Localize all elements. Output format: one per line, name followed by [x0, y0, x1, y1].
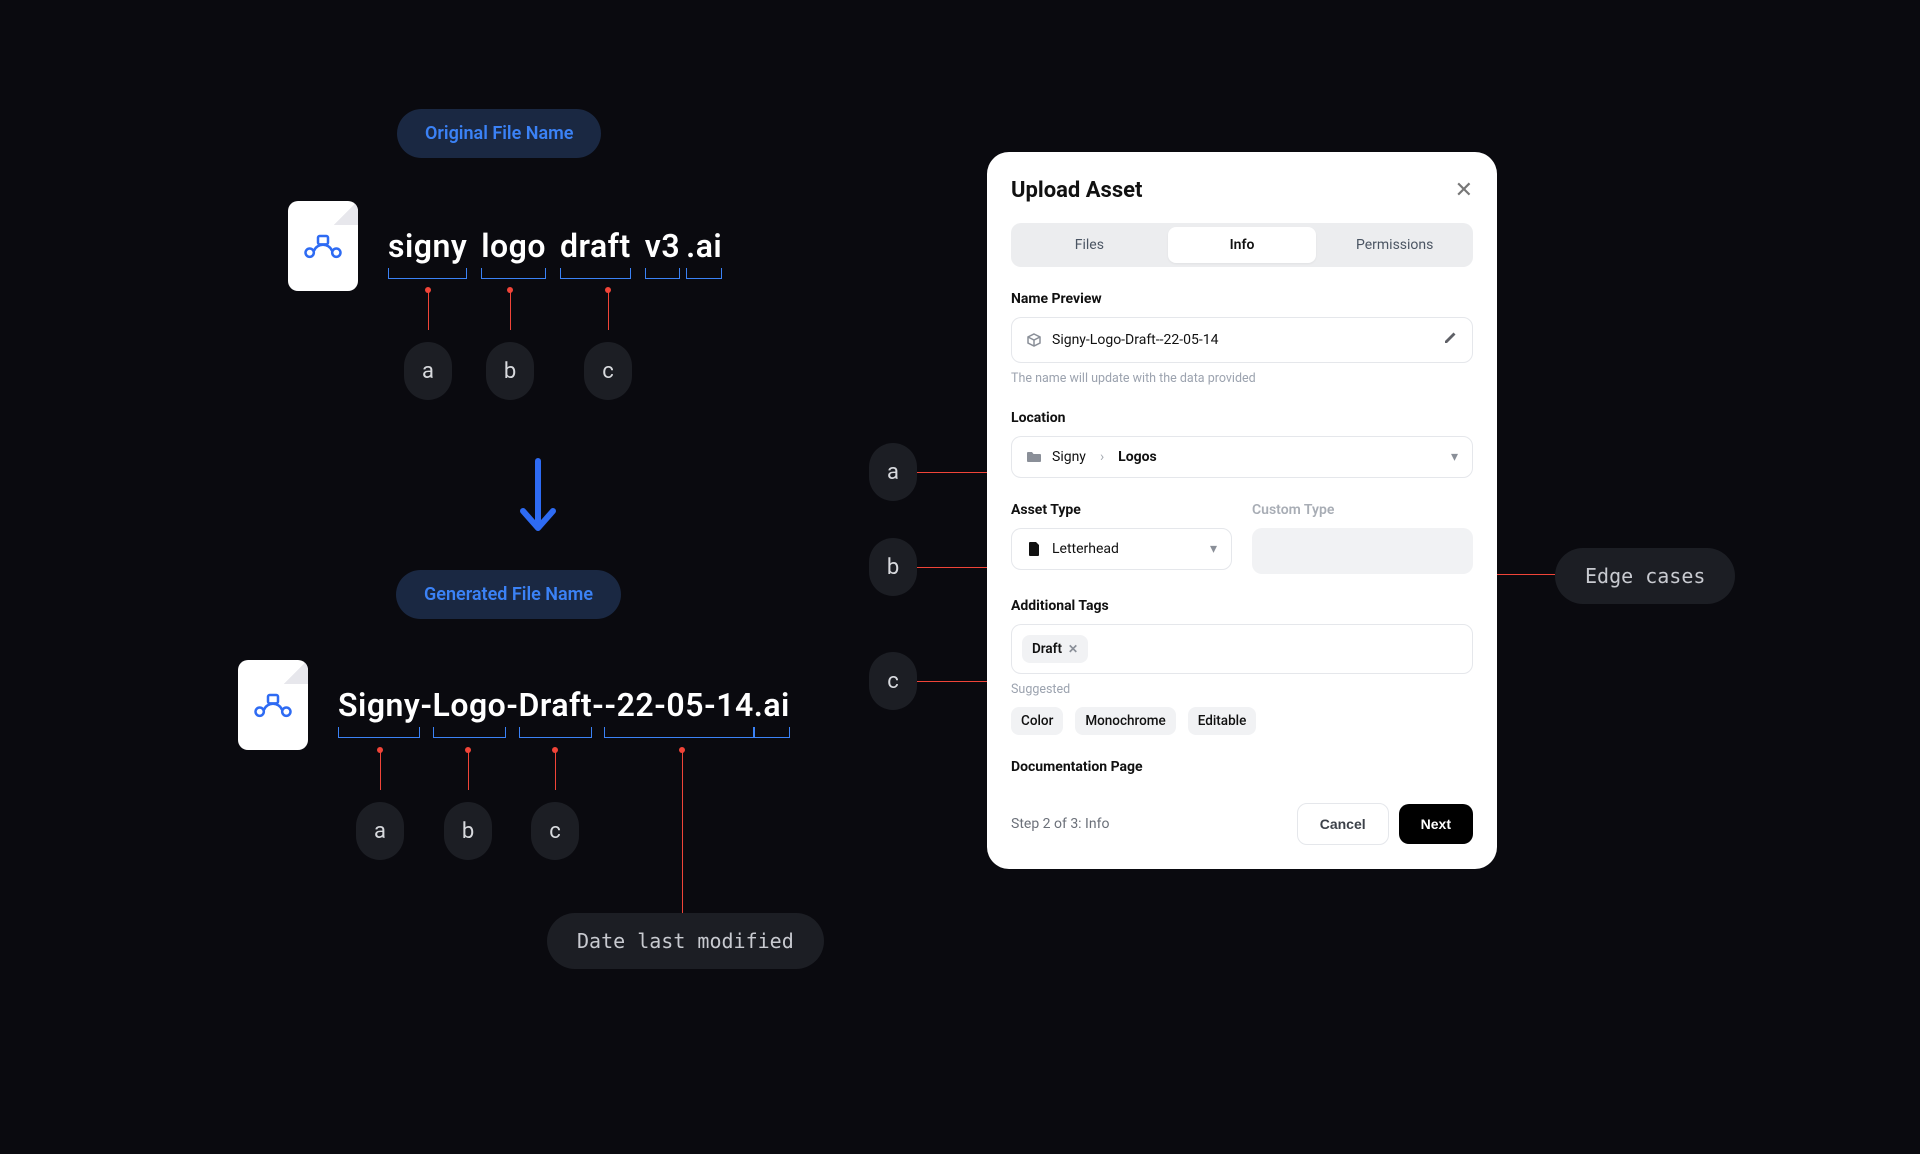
tab-info[interactable]: Info — [1168, 227, 1317, 263]
connector-dot — [425, 287, 431, 293]
asset-type-value: Letterhead — [1052, 541, 1119, 557]
next-button[interactable]: Next — [1399, 804, 1473, 844]
remove-tag-icon[interactable]: ✕ — [1068, 642, 1078, 656]
vector-file-icon — [238, 660, 308, 750]
segment-draft: Draft — [519, 686, 593, 724]
segment-signy: Signy — [338, 686, 420, 724]
modal-title: Upload Asset — [1011, 178, 1142, 203]
annotation-tag-c: c — [584, 342, 632, 400]
annotation-tag-b: b — [869, 538, 917, 596]
annotation-tag-a: a — [356, 802, 404, 860]
tag-chip: Draft ✕ — [1022, 635, 1088, 663]
vector-file-icon — [288, 201, 358, 291]
annotation-tag-c: c — [531, 802, 579, 860]
connector-dot — [605, 287, 611, 293]
suggested-tag[interactable]: Color — [1011, 707, 1063, 735]
connector-line — [555, 750, 556, 790]
annotation-tag-b: b — [486, 342, 534, 400]
custom-type-input[interactable] — [1252, 528, 1473, 574]
upload-asset-modal: Upload Asset ✕ Files Info Permissions Na… — [987, 152, 1497, 869]
chevron-down-icon: ▾ — [1451, 449, 1458, 465]
tags-section: Additional Tags — [1011, 598, 1473, 614]
documentation-section: Documentation Page — [1011, 759, 1473, 775]
tab-files[interactable]: Files — [1015, 227, 1164, 263]
suggested-tag[interactable]: Monochrome — [1075, 707, 1175, 735]
tags-input[interactable]: Draft ✕ — [1011, 624, 1473, 674]
date-modified-note: Date last modified — [547, 913, 824, 969]
custom-type-section: Custom Type — [1252, 502, 1473, 518]
document-icon — [1026, 541, 1042, 557]
connector-dot — [679, 747, 685, 753]
original-file-row: signy logo draft v3.ai — [288, 201, 722, 291]
tab-permissions[interactable]: Permissions — [1320, 227, 1469, 263]
location-field[interactable]: Signy › Logos ▾ — [1011, 436, 1473, 478]
segment-draft: draft — [560, 227, 631, 265]
connector-line — [428, 290, 429, 330]
suggested-tag[interactable]: Editable — [1188, 707, 1257, 735]
annotation-tag-a: a — [869, 443, 917, 501]
segment-date: -22-05-14 — [604, 686, 753, 724]
cube-icon — [1026, 332, 1042, 348]
edge-cases-note: Edge cases — [1555, 548, 1735, 604]
connector-line — [682, 870, 683, 913]
tag-chip-label: Draft — [1032, 641, 1062, 657]
segment-ai: .ai — [754, 686, 790, 724]
segment-v3: v3 — [645, 227, 680, 265]
edit-icon[interactable] — [1442, 330, 1458, 350]
segment-signy: signy — [388, 227, 467, 265]
close-icon[interactable]: ✕ — [1455, 180, 1473, 202]
name-preview-field[interactable]: Signy-Logo-Draft--22-05-14 — [1011, 317, 1473, 363]
location-crumb-0: Signy — [1052, 449, 1086, 465]
generated-filename: Signy-Logo-Draft--22-05-14.ai — [338, 686, 790, 724]
connector-line — [380, 750, 381, 790]
original-filename: signy logo draft v3.ai — [388, 227, 722, 265]
annotation-tag-a: a — [404, 342, 452, 400]
name-preview-section: Name Preview — [1011, 291, 1473, 307]
generated-file-row: Signy-Logo-Draft--22-05-14.ai — [238, 660, 790, 750]
location-section: Location — [1011, 410, 1473, 426]
connector-dot — [507, 287, 513, 293]
connector-dot — [552, 747, 558, 753]
annotation-tag-b: b — [444, 802, 492, 860]
connector-line — [468, 750, 469, 790]
suggested-label: Suggested — [1011, 682, 1473, 697]
generated-filename-label: Generated File Name — [396, 570, 621, 619]
annotation-tag-c: c — [869, 652, 917, 710]
folder-icon — [1026, 449, 1042, 465]
connector-line — [608, 290, 609, 330]
connector-line — [682, 750, 683, 870]
name-preview-value: Signy-Logo-Draft--22-05-14 — [1052, 332, 1218, 348]
cancel-button[interactable]: Cancel — [1297, 803, 1389, 845]
segment-ai: .ai — [686, 227, 722, 265]
location-crumb-1: Logos — [1118, 449, 1157, 465]
connector-dot — [377, 747, 383, 753]
segment-logo: Logo — [433, 686, 507, 724]
arrow-down-icon — [518, 456, 558, 540]
segment-logo: logo — [481, 227, 546, 265]
asset-type-section: Asset Type — [1011, 502, 1232, 518]
wizard-tabs: Files Info Permissions — [1011, 223, 1473, 267]
connector-dot — [465, 747, 471, 753]
asset-type-select[interactable]: Letterhead ▾ — [1011, 528, 1232, 570]
step-indicator: Step 2 of 3: Info — [1011, 816, 1109, 832]
name-preview-hint: The name will update with the data provi… — [1011, 371, 1473, 386]
chevron-down-icon: ▾ — [1210, 541, 1217, 557]
chevron-right-icon: › — [1100, 449, 1104, 465]
connector-line — [510, 290, 511, 330]
original-filename-label: Original File Name — [397, 109, 601, 158]
